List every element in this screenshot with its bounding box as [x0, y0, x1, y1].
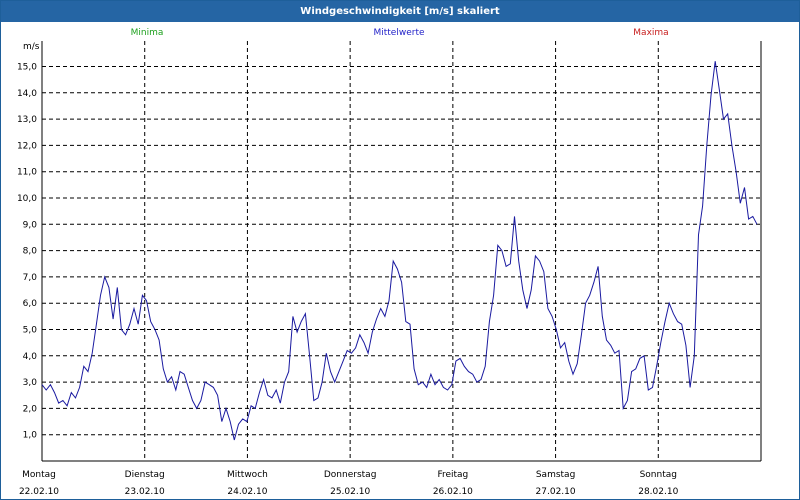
y-tick-label: 4,0 — [23, 352, 38, 362]
y-tick-label: 12,0 — [17, 141, 37, 151]
legend-mittelwerte: Mittelwerte — [373, 28, 424, 38]
y-tick-label: 2,0 — [23, 404, 38, 414]
x-tick-date: 28.02.10 — [638, 487, 678, 497]
chart-window: Windgeschwindigkeit [m/s] skaliert Minim… — [0, 0, 800, 500]
x-tick-date: 23.02.10 — [125, 487, 165, 497]
legend-maxima: Maxima — [633, 28, 668, 38]
y-tick-label: 3,0 — [23, 378, 38, 388]
x-tick-date: 26.02.10 — [433, 487, 473, 497]
legend-minima: Minima — [131, 28, 164, 38]
x-tick-day: Donnerstag — [324, 470, 377, 480]
x-tick-labels: Montag 22.02.10 Dienstag 23.02.10 Mittwoch 24… — [19, 470, 679, 497]
y-tick-label: 9,0 — [23, 220, 38, 230]
x-tick-date: 25.02.10 — [330, 487, 370, 497]
y-axis-label: m/s — [23, 42, 40, 52]
y-tick-label: 5,0 — [23, 326, 38, 336]
x-tick-date: 27.02.10 — [536, 487, 576, 497]
chart-svg: Minima Mittelwerte Maxima m/s 1,0 2,0 3,0 4… — [17, 28, 762, 497]
y-tick-label: 15,0 — [17, 63, 37, 73]
grid — [42, 41, 761, 461]
x-tick-date: 24.02.10 — [227, 487, 267, 497]
x-tick-day: Sonntag — [640, 470, 677, 480]
y-tick-label: 7,0 — [23, 273, 38, 283]
y-tick-label: 8,0 — [23, 247, 38, 257]
y-tick-label: 14,0 — [17, 89, 37, 99]
y-tick-label: 11,0 — [17, 168, 37, 178]
y-tick-label: 6,0 — [23, 299, 38, 309]
x-tick-date: 22.02.10 — [19, 487, 59, 497]
y-tick-label: 10,0 — [17, 194, 37, 204]
x-tick-day: Mittwoch — [227, 470, 268, 480]
x-tick-day: Freitag — [437, 470, 468, 480]
x-tick-day: Samstag — [536, 470, 575, 480]
x-tick-day: Montag — [22, 470, 56, 480]
x-tick-day: Dienstag — [125, 470, 165, 480]
y-tick-labels: 1,0 2,0 3,0 4,0 5,0 6,0 7,0 8,0 9,0 10,0 11,0 12,0 1… — [17, 63, 37, 441]
y-tick-label: 1,0 — [23, 431, 38, 441]
y-tick-label: 13,0 — [17, 115, 37, 125]
